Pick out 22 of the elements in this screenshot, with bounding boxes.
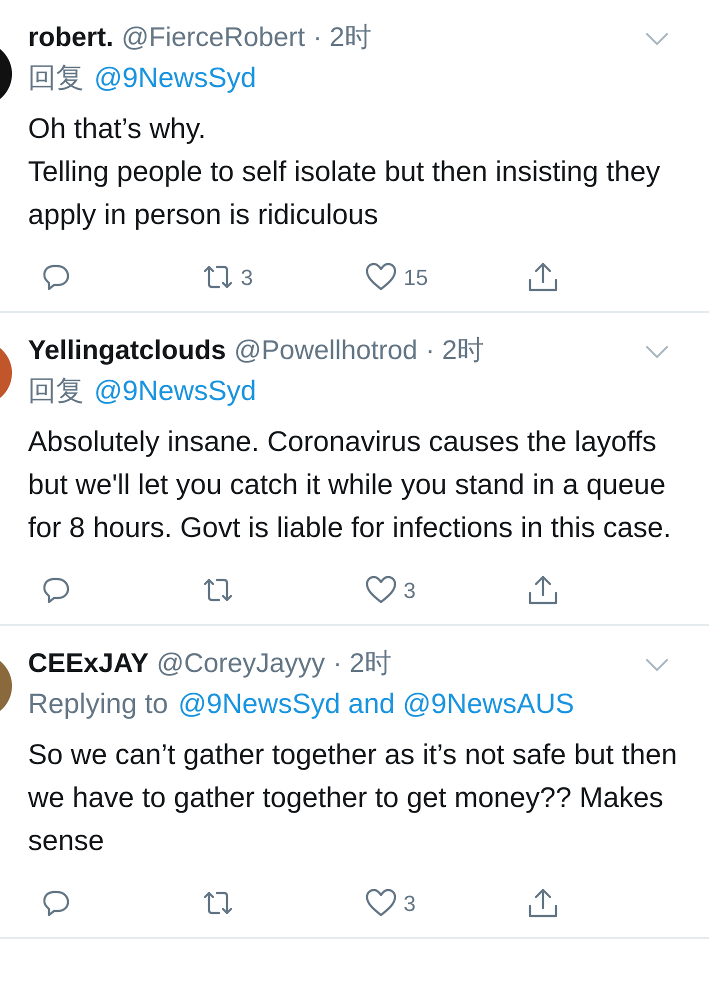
tweet-time: · 2时 xyxy=(426,334,484,367)
user-handle: @CoreyJayyy xyxy=(156,647,326,680)
tweet-text: Absolutely insane. Coronavirus causes the layoffs but we'll let you catch it while you stand in a queue for 8 hours. Govt is liable for infections in this case. xyxy=(28,425,672,546)
mention-link[interactable]: @9NewsSyd xyxy=(94,369,256,413)
mention-link[interactable]: @9NewsSyd and @9NewsAUS xyxy=(178,682,574,726)
user-name: CEExJAY xyxy=(28,647,149,680)
user-handle: @FierceRobert xyxy=(122,21,305,54)
like-count: 15 xyxy=(404,264,428,292)
retweet-count: 3 xyxy=(240,264,253,292)
reply-label: 回复 xyxy=(28,374,84,408)
reply-label: Replying to xyxy=(28,687,168,721)
tweet-text: So we can’t gather together as it’s not safe but then we have to gather together to get money?? Makes sense xyxy=(28,738,678,859)
user-name: robert. xyxy=(28,21,114,54)
tweet-time: · 2时 xyxy=(333,647,392,680)
mention-link[interactable]: @9NewsSyd xyxy=(94,56,256,100)
like-count: 3 xyxy=(404,576,416,604)
user-name: Yellingatclouds xyxy=(28,334,226,367)
user-handle: @Powellhotrod xyxy=(234,334,418,367)
tweet-text: Oh that’s why. Telling people to self isolate but then insisting they apply in person is ridiculous xyxy=(28,112,662,233)
reply-label: 回复 xyxy=(28,61,84,95)
like-count: 3 xyxy=(404,890,416,918)
tweet-time: · 2时 xyxy=(312,21,372,54)
